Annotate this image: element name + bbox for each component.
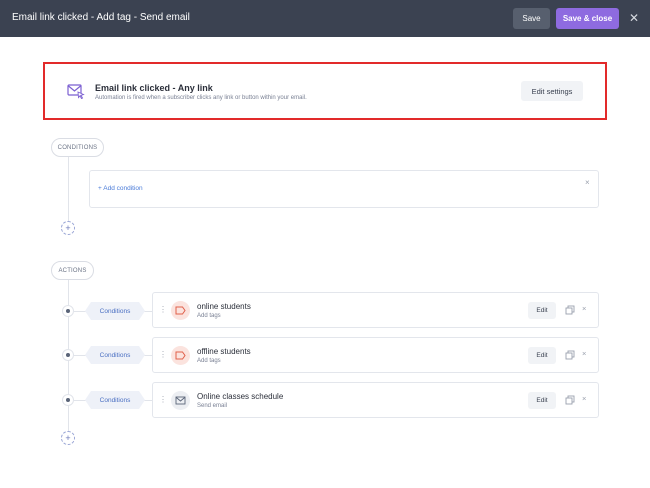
- action-conditions-tag[interactable]: Conditions: [85, 391, 145, 409]
- action-title: offline students: [197, 347, 251, 356]
- tag-icon: [171, 346, 190, 365]
- drag-handle-icon[interactable]: ⋮: [159, 350, 167, 359]
- automation-title: Email link clicked - Add tag - Send emai…: [12, 12, 190, 23]
- conditions-connector: [68, 157, 69, 221]
- action-subtitle: Send email: [197, 403, 228, 409]
- edit-action-button[interactable]: Edit: [528, 302, 556, 319]
- action-node-dot: [62, 394, 74, 406]
- close-icon[interactable]: ×: [582, 349, 586, 358]
- action-card-add-tags[interactable]: ⋮ online students Add tags Edit ×: [152, 292, 599, 328]
- conditions-box: + Add condition ×: [89, 170, 599, 208]
- edit-settings-button[interactable]: Edit settings: [521, 81, 583, 101]
- save-button[interactable]: Save: [513, 8, 550, 29]
- trigger-description: Automation is fired when a subscriber cl…: [95, 95, 307, 101]
- save-and-close-button[interactable]: Save & close: [556, 8, 619, 29]
- action-node-dot: [62, 349, 74, 361]
- edit-action-button[interactable]: Edit: [528, 347, 556, 364]
- add-action-plus-icon[interactable]: +: [61, 431, 75, 445]
- action-title: Online classes schedule: [197, 392, 284, 401]
- tag-icon: [171, 301, 190, 320]
- trigger-card: Email link clicked - Any link Automation…: [43, 62, 607, 120]
- close-icon[interactable]: ×: [585, 178, 590, 187]
- conditions-section-label: CONDITIONS: [51, 138, 104, 157]
- actions-section-label: ACTIONS: [51, 261, 94, 280]
- close-icon[interactable]: ×: [582, 304, 586, 313]
- drag-handle-icon[interactable]: ⋮: [159, 395, 167, 404]
- add-condition-link[interactable]: + Add condition: [98, 185, 143, 192]
- action-conditions-tag[interactable]: Conditions: [85, 302, 145, 320]
- action-subtitle: Add tags: [197, 358, 221, 364]
- duplicate-icon[interactable]: [565, 395, 575, 405]
- action-card-send-email[interactable]: ⋮ Online classes schedule Send email Edi…: [152, 382, 599, 418]
- action-card-add-tags[interactable]: ⋮ offline students Add tags Edit ×: [152, 337, 599, 373]
- action-subtitle: Add tags: [197, 313, 221, 319]
- action-conditions-tag[interactable]: Conditions: [85, 346, 145, 364]
- drag-handle-icon[interactable]: ⋮: [159, 305, 167, 314]
- close-icon[interactable]: ×: [582, 394, 586, 403]
- add-condition-plus-icon[interactable]: +: [61, 221, 75, 235]
- action-node-dot: [62, 305, 74, 317]
- close-icon[interactable]: ✕: [627, 10, 641, 26]
- email-cursor-icon: [67, 84, 85, 99]
- edit-action-button[interactable]: Edit: [528, 392, 556, 409]
- trigger-title: Email link clicked - Any link: [95, 83, 213, 93]
- action-title: online students: [197, 302, 251, 311]
- mail-icon: [171, 391, 190, 410]
- duplicate-icon[interactable]: [565, 305, 575, 315]
- top-bar: Email link clicked - Add tag - Send emai…: [0, 0, 650, 37]
- duplicate-icon[interactable]: [565, 350, 575, 360]
